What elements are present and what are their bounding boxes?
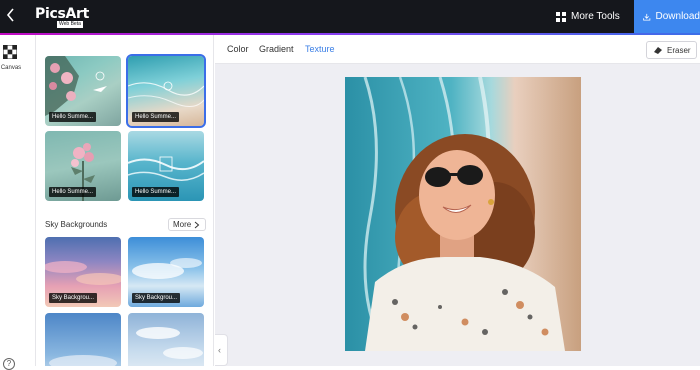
download-button[interactable]: Download: [634, 0, 700, 33]
logo-beta-tag: Web Beta: [57, 21, 83, 28]
left-rail: Canvas ?: [0, 35, 36, 370]
more-label: More: [173, 220, 192, 229]
texture-tile-selected[interactable]: Hello Summe...: [126, 54, 206, 128]
sky-more-button[interactable]: More: [168, 218, 206, 231]
more-tools-button[interactable]: More Tools: [556, 8, 620, 25]
tab-gradient[interactable]: Gradient: [259, 44, 294, 54]
texture-caption: Hello Summe...: [132, 187, 180, 197]
sky-caption: Sky Backgrou...: [132, 293, 181, 303]
sky-caption: Sky Backgrou...: [49, 293, 98, 303]
texture-tile[interactable]: Hello Summe...: [128, 131, 204, 201]
eraser-icon: [654, 46, 662, 54]
logo-text: PicsArt: [35, 6, 90, 22]
texture-caption: Hello Summe...: [49, 187, 97, 197]
download-icon: [643, 13, 651, 21]
sky-tile[interactable]: [45, 313, 121, 366]
eraser-label: Eraser: [667, 45, 691, 55]
help-icon[interactable]: ?: [3, 358, 15, 370]
download-label: Download: [655, 11, 700, 22]
canvas-tool-label: Canvas: [0, 65, 22, 71]
texture-caption: Hello Summe...: [132, 112, 180, 122]
sky-backgrounds-title: Sky Backgrounds: [45, 220, 108, 229]
checkerboard-icon: [3, 45, 17, 59]
eraser-button[interactable]: Eraser: [646, 41, 697, 59]
chevron-right-icon: [194, 221, 200, 228]
canvas-tool[interactable]: Canvas: [0, 45, 36, 75]
collapse-panel-button[interactable]: ‹: [215, 334, 228, 366]
sky-tile[interactable]: Sky Backgrou...: [128, 237, 204, 307]
cloud-sky-thumbnail: [136, 327, 203, 359]
chevron-left-icon: [6, 8, 14, 22]
texture-panel: Hello Summe... Hello Summe... Hello Summ…: [37, 35, 214, 366]
photo-woman-beach: [345, 77, 581, 351]
grid-icon: [556, 11, 566, 22]
top-bar: PicsArt Web Beta More Tools Download: [0, 0, 700, 33]
texture-tile[interactable]: Hello Summe...: [45, 131, 121, 201]
texture-tile[interactable]: Hello Summe...: [45, 56, 121, 126]
picsart-logo[interactable]: PicsArt Web Beta: [35, 6, 89, 30]
tab-color[interactable]: Color: [227, 44, 249, 54]
texture-caption: Hello Summe...: [49, 112, 97, 122]
sky-tile[interactable]: Sky Backgrou...: [45, 237, 121, 307]
background-tabs: Color Gradient Texture Eraser: [215, 35, 700, 64]
back-button[interactable]: [4, 5, 18, 25]
cloud-sky-thumbnail: [49, 355, 117, 366]
canvas-image[interactable]: [345, 77, 581, 351]
more-tools-label: More Tools: [571, 11, 620, 22]
tab-texture[interactable]: Texture: [305, 44, 335, 54]
chevron-left-icon: ‹: [218, 345, 221, 355]
editor-main: Color Gradient Texture Eraser ‹: [215, 35, 700, 366]
sky-tile[interactable]: [128, 313, 204, 366]
